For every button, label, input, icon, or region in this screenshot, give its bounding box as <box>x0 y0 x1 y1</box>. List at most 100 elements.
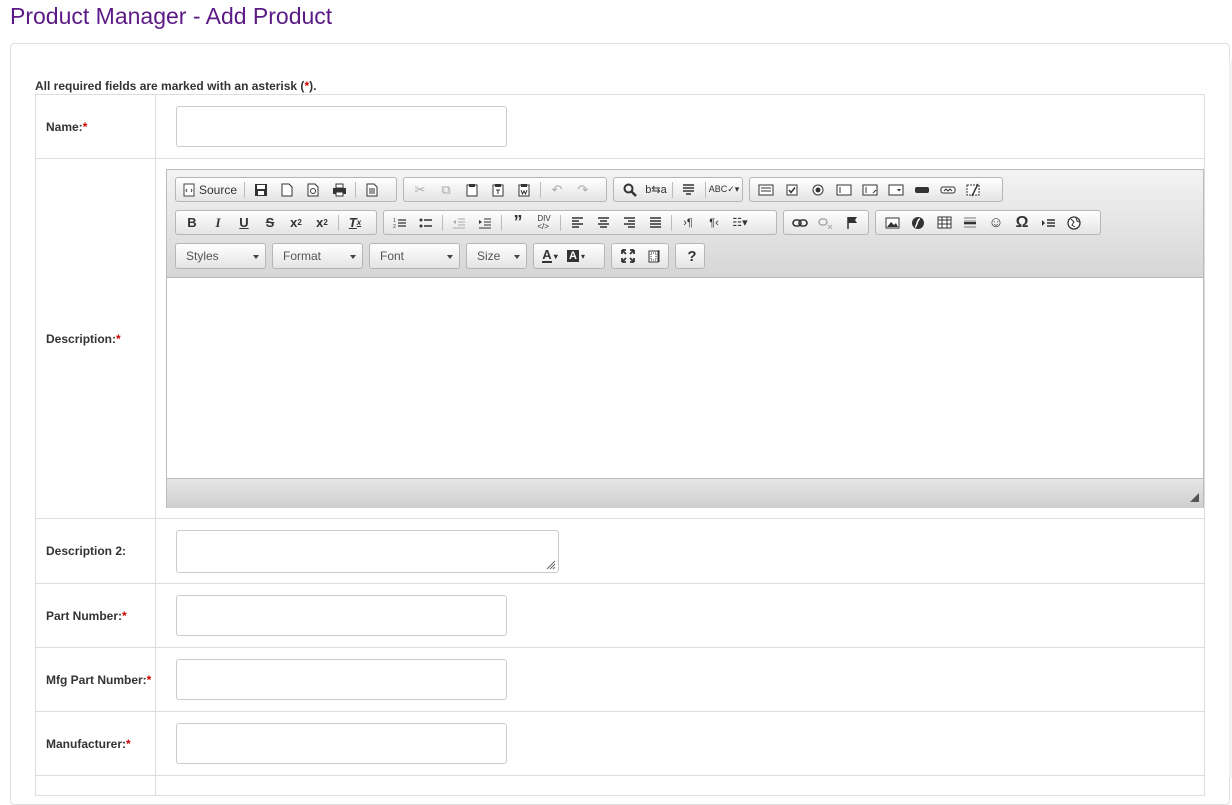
undo-icon[interactable]: ↶ <box>544 179 570 201</box>
name-label: Name:* <box>35 94 156 159</box>
align-left-icon[interactable] <box>564 212 590 234</box>
required-note-end: ). <box>309 79 317 93</box>
indent-icon[interactable] <box>472 212 498 234</box>
font-combo[interactable]: Font <box>369 243 460 269</box>
special-char-icon[interactable]: Ω <box>1009 212 1035 234</box>
underline-icon[interactable]: U <box>231 212 257 234</box>
editor-content-area[interactable] <box>167 278 1203 478</box>
name-input[interactable] <box>176 106 507 147</box>
radio-icon[interactable] <box>805 179 831 201</box>
textarea-resize-grip-icon[interactable] <box>544 558 556 570</box>
remove-format-icon[interactable]: Tx <box>342 212 368 234</box>
justify-icon[interactable] <box>642 212 668 234</box>
source-icon <box>183 183 195 196</box>
mfg-part-number-input[interactable] <box>176 659 507 700</box>
size-dropdown-arrow-icon <box>514 255 520 259</box>
help-button[interactable]: ? <box>679 245 705 267</box>
save-icon[interactable] <box>248 179 274 201</box>
templates-icon[interactable] <box>359 179 385 201</box>
align-center-icon[interactable] <box>590 212 616 234</box>
language-icon[interactable]: ☷▾ <box>727 212 753 234</box>
button-icon[interactable] <box>909 179 935 201</box>
show-blocks-icon[interactable] <box>641 245 667 267</box>
flash-icon[interactable] <box>905 212 931 234</box>
horizontal-rule-icon[interactable] <box>957 212 983 234</box>
next-row-label <box>35 775 156 796</box>
cut-icon[interactable]: ✂ <box>407 179 433 201</box>
numbered-list-icon[interactable]: 12 <box>387 212 413 234</box>
redo-icon[interactable]: ↷ <box>570 179 596 201</box>
textarea-icon[interactable] <box>857 179 883 201</box>
table-icon[interactable] <box>931 212 957 234</box>
iframe-globe-icon[interactable] <box>1061 212 1087 234</box>
part-number-field-cell <box>155 583 1205 648</box>
select-icon[interactable] <box>883 179 909 201</box>
strike-icon[interactable]: S <box>257 212 283 234</box>
maximize-icon[interactable] <box>615 245 641 267</box>
paste-icon[interactable] <box>459 179 485 201</box>
paste-word-icon[interactable] <box>511 179 537 201</box>
toolbar-group-clipboard: ✂ ⧉ ↶ ↷ <box>403 177 607 202</box>
bulleted-list-icon[interactable] <box>413 212 439 234</box>
copy-icon[interactable]: ⧉ <box>433 179 459 201</box>
styles-combo[interactable]: Styles <box>175 243 266 269</box>
required-note: All required fields are marked with an a… <box>35 79 316 93</box>
preview-icon[interactable] <box>300 179 326 201</box>
superscript-icon[interactable]: x2 <box>309 212 335 234</box>
description2-textarea[interactable] <box>176 529 559 573</box>
part-number-label-text: Part Number: <box>46 608 123 623</box>
manufacturer-label: Manufacturer:* <box>35 711 156 776</box>
checkbox-icon[interactable] <box>779 179 805 201</box>
link-icon[interactable] <box>787 212 813 234</box>
toolbar-group-colors: A ▾ A ▾ <box>533 243 605 269</box>
paste-text-icon[interactable] <box>485 179 511 201</box>
mfg-part-number-label: Mfg Part Number:* <box>35 647 156 712</box>
print-icon[interactable] <box>326 179 352 201</box>
text-field-icon[interactable] <box>831 179 857 201</box>
smiley-icon[interactable]: ☺ <box>983 212 1009 234</box>
outdent-icon[interactable] <box>446 212 472 234</box>
toolbar-group-forms <box>749 177 1003 202</box>
background-color-icon[interactable]: A ▾ <box>563 245 589 267</box>
format-combo-label: Format <box>283 249 322 263</box>
find-icon[interactable] <box>617 179 643 201</box>
form-icon[interactable] <box>753 179 779 201</box>
description-required-star: * <box>116 331 121 346</box>
replace-icon[interactable]: b⇆a <box>643 179 669 201</box>
manufacturer-required-star: * <box>126 736 131 751</box>
toolbar-group-editing: b⇆a ABC✓▾ <box>613 177 743 202</box>
part-number-input[interactable] <box>176 595 507 636</box>
row-part-number: Part Number:* <box>35 583 1205 648</box>
manufacturer-label-text: Manufacturer: <box>46 736 127 751</box>
text-color-icon[interactable]: A ▾ <box>537 245 563 267</box>
hidden-field-icon[interactable] <box>961 179 987 201</box>
format-combo[interactable]: Format <box>272 243 363 269</box>
image-button-icon[interactable] <box>935 179 961 201</box>
part-number-required-star: * <box>122 608 127 623</box>
unlink-icon[interactable] <box>813 212 839 234</box>
toolbar-group-tools <box>611 243 669 269</box>
manufacturer-input[interactable] <box>176 723 507 764</box>
div-container-icon[interactable]: DIV </> <box>531 212 557 234</box>
page-break-icon[interactable] <box>1035 212 1061 234</box>
ltr-icon[interactable]: ›¶ <box>675 212 701 234</box>
spellcheck-icon[interactable]: ABC✓▾ <box>709 179 740 201</box>
rtl-icon[interactable]: ¶‹ <box>701 212 727 234</box>
toolbar-group-document: Source <box>175 177 397 202</box>
select-all-icon[interactable] <box>676 179 702 201</box>
new-page-icon[interactable] <box>274 179 300 201</box>
blockquote-icon[interactable]: ” <box>505 212 531 234</box>
italic-icon[interactable]: I <box>205 212 231 234</box>
description2-field-cell <box>155 518 1205 584</box>
bold-icon[interactable]: B <box>179 212 205 234</box>
subscript-icon[interactable]: x2 <box>283 212 309 234</box>
image-icon[interactable] <box>879 212 905 234</box>
source-button[interactable]: Source <box>179 179 241 201</box>
align-right-icon[interactable] <box>616 212 642 234</box>
anchor-flag-icon[interactable] <box>839 212 865 234</box>
row-manufacturer: Manufacturer:* <box>35 711 1205 776</box>
row-next <box>35 775 1205 796</box>
size-combo[interactable]: Size <box>466 243 527 269</box>
name-required-star: * <box>82 119 88 134</box>
editor-resize-handle-icon[interactable] <box>1190 493 1199 502</box>
